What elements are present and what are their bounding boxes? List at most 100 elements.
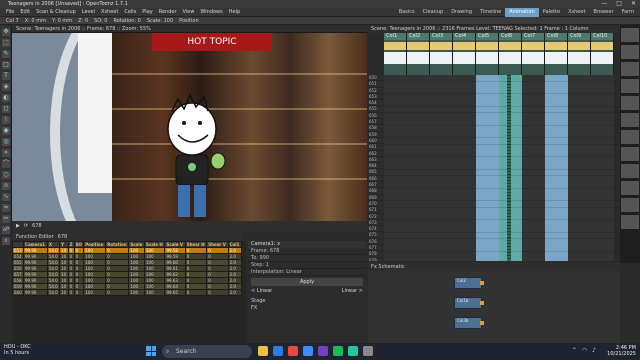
function-cell[interactable]: 54.0	[46, 283, 61, 290]
side-thumbnail[interactable]	[621, 45, 639, 59]
xsheet-cell-column[interactable]	[430, 75, 453, 261]
function-cell[interactable]: 100	[83, 289, 107, 296]
rgb-picker-icon[interactable]: ◎	[2, 138, 10, 146]
play-button[interactable]: ▶	[16, 223, 20, 229]
function-cell[interactable]: 10	[59, 289, 69, 296]
side-thumbnail[interactable]	[621, 113, 639, 127]
tool-option-mode[interactable]: Position	[179, 18, 198, 24]
column-header[interactable]: Col3	[430, 33, 453, 75]
menu-file[interactable]: File	[6, 9, 14, 15]
function-column-header[interactable]: Scale V	[164, 241, 186, 248]
menu-render[interactable]: Render	[159, 9, 177, 15]
weather-widget[interactable]: HOU - OKC In 5 hours	[4, 344, 31, 356]
function-cell[interactable]: 659	[12, 283, 25, 290]
column-header[interactable]: Col5	[476, 33, 499, 75]
tool-option-x[interactable]: X: 0 mm	[25, 18, 46, 24]
tool-option-so[interactable]: SO: 0	[94, 18, 107, 24]
iron-tool-icon[interactable]: ≈	[2, 204, 10, 212]
menu-level[interactable]: Level	[82, 9, 95, 15]
function-editor-spreadsheet[interactable]: Camera1 X Y Z SO Position Rotation Scale Scale H…	[12, 241, 242, 343]
volume-icon[interactable]: ♪	[592, 347, 596, 354]
apply-button[interactable]: Apply	[251, 278, 363, 286]
tool-option-scale[interactable]: Scale: 100	[147, 18, 173, 24]
discord-icon[interactable]	[318, 346, 328, 356]
taskbar-search[interactable]: ⌕ Search	[162, 345, 252, 358]
edge-icon[interactable]	[273, 346, 283, 356]
column-header[interactable]: Col9	[568, 33, 591, 75]
room-tab-drawing[interactable]: Drawing	[447, 8, 476, 17]
schematic-node[interactable]: Col2	[454, 277, 484, 289]
room-tab-palette[interactable]: Palette	[539, 8, 564, 17]
tool-option-rotation[interactable]: Rotation: 0	[114, 18, 141, 24]
function-cell[interactable]: 0	[184, 289, 208, 296]
function-cell[interactable]: 54.0	[46, 253, 61, 260]
bender-tool-icon[interactable]: ∿	[2, 193, 10, 201]
store-icon[interactable]	[303, 346, 313, 356]
column-header[interactable]: Col10	[591, 33, 614, 75]
magnet-tool-icon[interactable]: ∩	[2, 182, 10, 190]
xsheet-cell-column[interactable]	[384, 75, 407, 261]
fill-tool-icon[interactable]: ◈	[2, 83, 10, 91]
segment-to-field[interactable]: To: 990	[248, 255, 366, 262]
selection-tool-icon[interactable]: ⬚	[2, 39, 10, 47]
function-cell[interactable]: 54.0	[46, 289, 61, 296]
column-header[interactable]: Col8	[545, 33, 568, 75]
function-cell[interactable]: 100	[143, 289, 166, 296]
wifi-icon[interactable]: ◠	[582, 347, 587, 354]
file-explorer-icon[interactable]	[258, 346, 268, 356]
function-editor-scrollbar[interactable]	[242, 241, 246, 343]
function-cell[interactable]: 653	[12, 247, 25, 254]
type-tool-icon[interactable]: T	[2, 72, 10, 80]
geometric-tool-icon[interactable]: □	[2, 61, 10, 69]
function-column-header[interactable]: Rotation	[105, 241, 130, 248]
side-thumbnail[interactable]	[621, 147, 639, 161]
menu-scan-cleanup[interactable]: Scan & Cleanup	[36, 9, 76, 15]
xsheet-cell-column[interactable]	[522, 75, 545, 261]
close-button[interactable]: ✕	[631, 0, 636, 7]
cutter-tool-icon[interactable]: ✂	[2, 215, 10, 223]
side-thumbnail[interactable]	[621, 215, 639, 229]
opentoonz-icon[interactable]	[348, 346, 358, 356]
side-thumbnail[interactable]	[621, 181, 639, 195]
room-tab-cleanup[interactable]: Cleanup	[419, 8, 448, 17]
animate-tool-icon[interactable]: ✥	[2, 28, 10, 36]
eraser-tool-icon[interactable]: ◻	[2, 105, 10, 113]
function-cell[interactable]: 660	[12, 289, 25, 296]
function-column-header[interactable]: Camera1	[23, 241, 48, 248]
xsheet-cell-column[interactable]	[453, 75, 476, 261]
tool-option-column[interactable]: Col 7	[6, 18, 19, 24]
function-editor-frame[interactable]: 678	[58, 234, 68, 240]
xsheet-cell-column[interactable]	[545, 75, 568, 261]
function-column-header[interactable]: Shear V	[206, 241, 229, 248]
side-thumbnail[interactable]	[621, 164, 639, 178]
control-point-icon[interactable]: ⋄	[2, 149, 10, 157]
function-cell[interactable]: 0	[105, 289, 130, 296]
menu-windows[interactable]: Windows	[200, 9, 222, 15]
schematic-node[interactable]: Col1b	[454, 297, 484, 309]
minimize-button[interactable]: —	[601, 0, 607, 7]
menu-view[interactable]: View	[183, 9, 195, 15]
function-column-header[interactable]: Shear H	[184, 241, 208, 248]
clock[interactable]: 2:46 PM 10/21/2025	[607, 345, 636, 357]
column-header[interactable]: Col4	[453, 33, 476, 75]
tree-item-stage[interactable]: Stage	[251, 298, 366, 305]
function-cell[interactable]: 100	[128, 289, 145, 296]
segment-step-field[interactable]: Step: 1	[248, 262, 366, 269]
skeleton-tool-icon[interactable]: ☍	[2, 226, 10, 234]
function-cell[interactable]: 99.90	[23, 289, 48, 296]
menu-play[interactable]: Play	[142, 9, 152, 15]
function-cell[interactable]: 654	[12, 253, 25, 260]
paint-tool-icon[interactable]: ◐	[2, 94, 10, 102]
zoom-tool-icon[interactable]: ⌕	[2, 237, 10, 245]
side-thumbnail[interactable]	[621, 28, 639, 42]
chrome-icon[interactable]	[288, 346, 298, 356]
function-cell[interactable]: 54.0	[46, 247, 61, 254]
pinch-tool-icon[interactable]: ⌒	[2, 160, 10, 168]
menu-xsheet[interactable]: Xsheet	[101, 9, 118, 15]
menu-cells[interactable]: Cells	[124, 9, 136, 15]
function-cell[interactable]: 0	[206, 289, 229, 296]
tool-option-z[interactable]: Z: 0	[78, 18, 88, 24]
column-header[interactable]: Col7	[522, 33, 545, 75]
tool-option-y[interactable]: Y: 0 mm	[52, 18, 72, 24]
chevron-up-icon[interactable]: ⌃	[572, 347, 577, 354]
